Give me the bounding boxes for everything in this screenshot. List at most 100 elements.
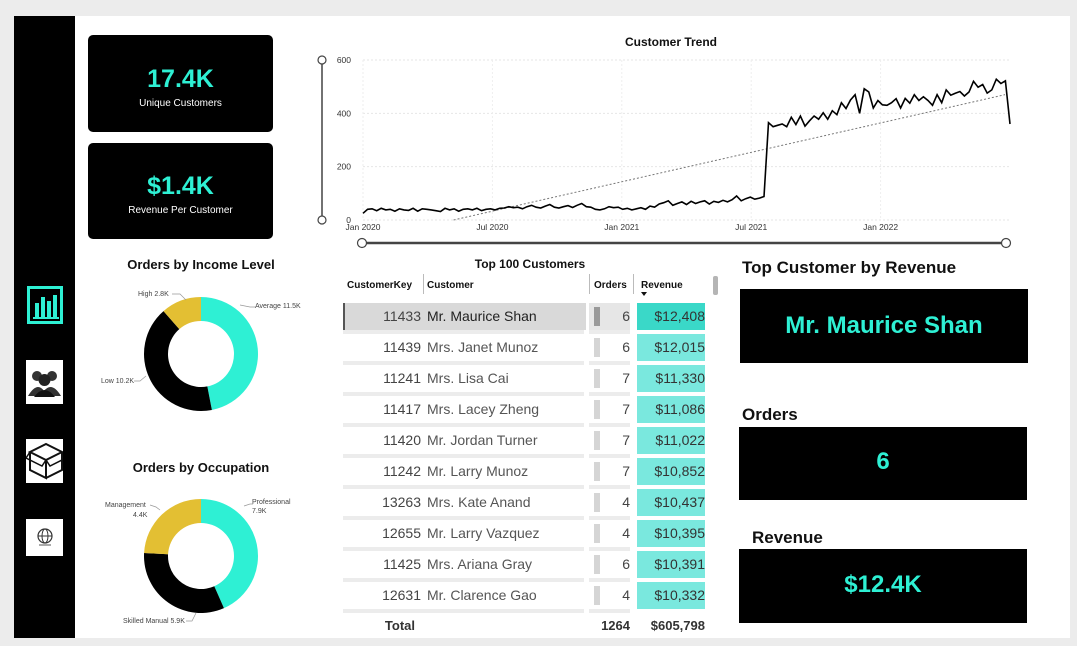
col-header-customer[interactable]: Customer (427, 280, 474, 291)
cell-customerkey: 11417 (383, 401, 421, 417)
globe-icon (36, 527, 53, 545)
x-range-handle-left[interactable] (356, 237, 368, 249)
col-header-customerkey[interactable]: CustomerKey (347, 280, 412, 291)
income-chart-title: Orders by Income Level (127, 257, 275, 272)
orders-title: Orders (742, 405, 798, 424)
customers-icon (28, 371, 61, 397)
cell-customerkey: 12631 (382, 587, 421, 603)
cell-customerkey: 11425 (383, 556, 421, 572)
y-tick-label: 400 (337, 108, 351, 118)
cell-customer: Mrs. Lacey Zheng (427, 401, 540, 417)
cell-orders: 7 (622, 401, 630, 417)
y-range-handle-top[interactable] (317, 55, 327, 65)
sort-desc-icon[interactable] (641, 292, 647, 296)
cell-orders: 6 (622, 308, 630, 324)
table-total-row: Total 1264 $605,798 (343, 612, 708, 639)
x-tick-label: Jan 2020 (346, 222, 381, 232)
table-row[interactable]: 11439 Mrs. Janet Munoz 6 $12,015 (343, 334, 708, 365)
sidebar-item-products[interactable] (26, 439, 63, 483)
cell-customer: Mr. Jordan Turner (427, 432, 538, 448)
cell-customer: Mrs. Ariana Gray (427, 556, 533, 572)
top-customer-name: Mr. Maurice Shan (785, 312, 983, 339)
top-customer-orders: 6 (876, 448, 890, 475)
cell-orders: 4 (622, 494, 630, 510)
top-customer-title: Top Customer by Revenue (742, 258, 957, 277)
cell-customer: Mr. Maurice Shan (427, 308, 537, 324)
total-orders: 1264 (601, 618, 630, 633)
cell-orders: 7 (622, 432, 630, 448)
table-row[interactable]: 13263 Mrs. Kate Anand 4 $10,437 (343, 489, 708, 520)
sidebar (14, 16, 75, 638)
customer-trend-chart: 0200400600Jan 2020 Jul 2020 Jan 2021 Jul 20… (317, 55, 1012, 249)
cell-revenue: $12,408 (654, 308, 705, 324)
x-tick-label: Jan 2021 (604, 222, 639, 232)
top-customer-revenue: $12.4K (844, 571, 922, 598)
revenue-title: Revenue (752, 528, 823, 547)
table-title: Top 100 Customers (474, 257, 586, 271)
cell-customerkey: 11433 (383, 308, 421, 324)
cell-revenue: $10,852 (654, 463, 705, 479)
table-row[interactable]: 11433 Mr. Maurice Shan 6 $12,408 (343, 303, 708, 334)
kpi-label: Revenue Per Customer (128, 205, 233, 216)
col-header-revenue[interactable]: Revenue (641, 280, 683, 291)
x-tick-label: Jul 2020 (476, 222, 508, 232)
column-divider (589, 274, 590, 294)
cell-revenue: $10,391 (654, 556, 705, 572)
cell-revenue: $12,015 (654, 339, 705, 355)
cell-customer: Mrs. Lisa Cai (427, 370, 509, 386)
table-row[interactable]: 11241 Mrs. Lisa Cai 7 $11,330 (343, 365, 708, 396)
cell-revenue: $11,330 (655, 370, 705, 386)
cell-orders: 4 (622, 587, 630, 603)
sidebar-item-customers[interactable] (26, 360, 63, 404)
cell-customer: Mr. Larry Vazquez (427, 525, 540, 541)
y-range-handle-bottom[interactable] (317, 215, 327, 225)
table-row[interactable]: 12655 Mr. Larry Vazquez 4 $10,395 (343, 520, 708, 551)
col-header-orders[interactable]: Orders (594, 280, 627, 291)
cell-revenue: $11,022 (655, 432, 705, 448)
total-label: Total (384, 618, 415, 633)
kpi-revenue-per-customer: $1.4K Revenue Per Customer (88, 143, 273, 239)
y-tick-label: 200 (337, 162, 351, 172)
table-row[interactable]: 12631 Mr. Clarence Gao 4 $10,332 (343, 582, 708, 613)
cell-orders: 7 (622, 370, 630, 386)
series-line[interactable] (362, 77, 1011, 214)
cell-orders: 4 (622, 525, 630, 541)
cell-customer: Mr. Clarence Gao (427, 587, 537, 603)
cell-customerkey: 12655 (382, 525, 421, 541)
table-row[interactable]: 11417 Mrs. Lacey Zheng 7 $11,086 (343, 396, 708, 427)
cell-orders: 7 (622, 463, 630, 479)
cell-orders: 6 (622, 339, 630, 355)
kpi-value: $1.4K (147, 172, 214, 200)
cell-revenue: $10,437 (654, 494, 705, 510)
cell-customerkey: 11439 (383, 339, 421, 355)
bar-chart-icon (27, 286, 63, 324)
cell-revenue: $11,086 (655, 401, 705, 417)
table-row[interactable]: 11425 Mrs. Ariana Gray 6 $10,391 (343, 551, 708, 582)
cell-customerkey: 11420 (383, 432, 421, 448)
kpi-value: 17.4K (147, 65, 214, 93)
cell-customerkey: 11242 (383, 463, 421, 479)
kpi-unique-customers: 17.4K Unique Customers (88, 35, 273, 132)
column-divider (633, 274, 634, 294)
income-leader-lines (134, 293, 255, 382)
y-tick-label: 600 (337, 55, 351, 65)
kpi-label: Unique Customers (139, 98, 222, 109)
product-box-icon (26, 442, 63, 480)
x-range-handle-right[interactable] (1000, 237, 1012, 249)
cell-customer: Mr. Larry Munoz (427, 463, 529, 479)
total-revenue: $605,798 (650, 618, 705, 633)
revenue-card: $12.4K (739, 549, 1027, 623)
column-divider (423, 274, 424, 294)
cell-orders: 6 (622, 556, 630, 572)
cell-customerkey: 13263 (382, 494, 421, 510)
cell-revenue: $10,395 (654, 525, 705, 541)
occupation-leader-lines (149, 503, 253, 622)
table-row[interactable]: 11420 Mr. Jordan Turner 7 $11,022 (343, 427, 708, 458)
sidebar-item-overview[interactable] (26, 285, 63, 325)
table-scrollbar[interactable] (713, 276, 718, 295)
orders-card: 6 (739, 427, 1027, 500)
x-tick-label: Jan 2022 (863, 222, 898, 232)
sidebar-item-map[interactable] (26, 519, 63, 556)
cell-customer: Mrs. Janet Munoz (427, 339, 539, 355)
table-row[interactable]: 11242 Mr. Larry Munoz 7 $10,852 (343, 458, 708, 489)
